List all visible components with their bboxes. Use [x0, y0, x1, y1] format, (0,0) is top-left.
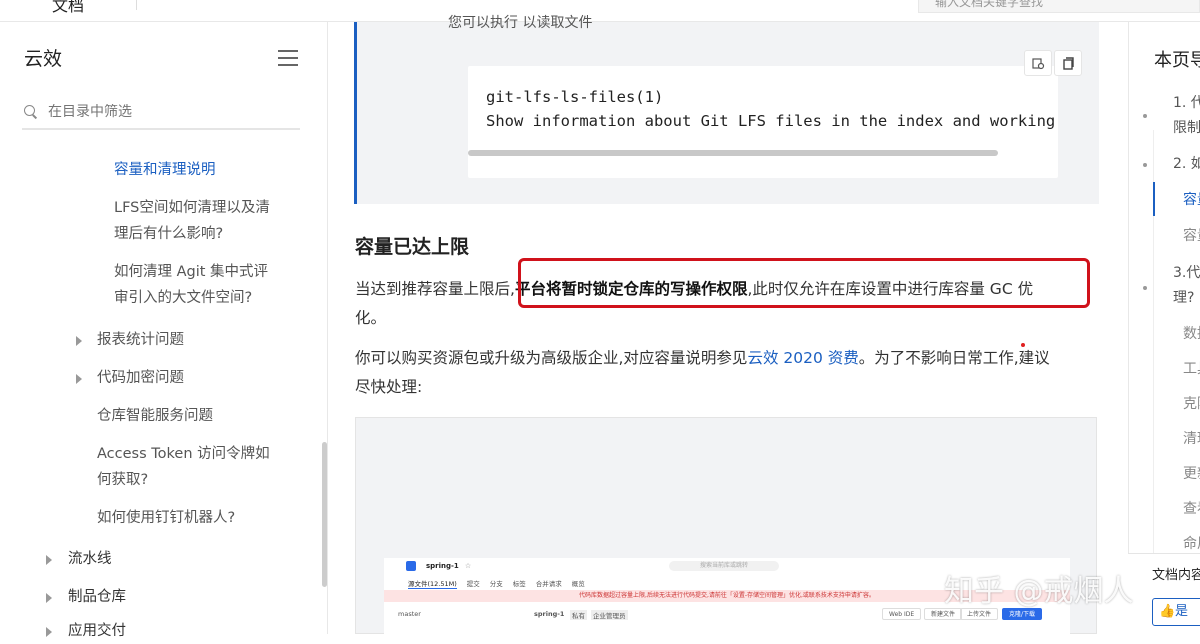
brand-title[interactable]: 文档	[52, 0, 84, 16]
mini-repo-title: spring-1	[534, 610, 565, 618]
toc-item[interactable]: 数据	[1183, 322, 1200, 347]
sidebar-item-lfs-clean-2[interactable]: 理后有什么影响?	[114, 221, 223, 247]
toc-item[interactable]: 1. 代	[1173, 91, 1200, 116]
sidebar-item-capacity[interactable]: 容量和清理说明	[114, 157, 216, 183]
sidebar-item-report[interactable]: 报表统计问题	[97, 327, 184, 353]
sidebar-item-agit-clean[interactable]: 如何清理 Agit 集中式评	[114, 259, 268, 285]
mini-branch: master	[398, 610, 421, 618]
feedback-yes-button[interactable]: 👍 是	[1152, 598, 1200, 626]
p1-text-line2: 化。	[355, 309, 387, 327]
menu-icon[interactable]	[278, 50, 298, 66]
pricing-link[interactable]: 云效 2020 资费	[747, 349, 858, 367]
page-toc: 本页导读 1. 代 限制 2. 如 容量 容量 3.代 理? 数据 工具 克隆 …	[1128, 22, 1200, 634]
p2-text-after: 。为了不影响日常工作,建议	[858, 349, 1050, 367]
section-heading: 容量已达上限	[355, 236, 470, 258]
toc-item[interactable]: 2. 如	[1173, 152, 1200, 177]
app-logo-icon	[406, 561, 416, 571]
p2-text: 你可以购买资源包或升级为高级版企业,对应容量说明参见	[355, 349, 748, 367]
toc-active-indicator	[1153, 182, 1155, 216]
mini-badge-private: 私有	[570, 610, 587, 620]
doc-feedback-panel: 文档内容 👍 是	[1128, 553, 1200, 634]
mini-tab: 源文件(12.51M)	[408, 580, 457, 589]
code-line-2: Show information about Git LFS files in …	[486, 112, 1056, 130]
sidebar-item-access-token-2[interactable]: 何获取?	[97, 467, 148, 493]
caret-right-icon[interactable]	[46, 627, 52, 637]
paragraph-purchase: 你可以购买资源包或升级为高级版企业,对应容量说明参见云效 2020 资费。为了不…	[355, 344, 1095, 402]
toc-item[interactable]: 理?	[1173, 286, 1194, 311]
mini-toolbar: master spring-1 私有 企业管理员 Web IDE 新建文件 上传…	[384, 608, 1070, 622]
quote-bar	[354, 22, 357, 204]
copy-icon[interactable]	[1024, 50, 1052, 76]
toc-item[interactable]: 3.代	[1173, 261, 1200, 286]
mini-tab: 提交	[466, 580, 480, 588]
mini-tabs: 源文件(12.51M) 提交 分支 标签 合并请求 概览	[408, 578, 585, 589]
watermark: 知乎 @戒烟人	[944, 574, 1134, 609]
sidebar-item-dingtalk[interactable]: 如何使用钉钉机器人?	[97, 505, 235, 531]
sidebar-filter	[22, 96, 300, 130]
sidebar-item-encryption[interactable]: 代码加密问题	[97, 365, 184, 391]
caret-right-icon[interactable]	[46, 555, 52, 565]
highlight-annotation	[518, 258, 1090, 308]
feedback-yes-label: 是	[1175, 604, 1189, 619]
code-block: git-lfs-ls-files(1) Show information abo…	[468, 66, 1058, 178]
sidebar-title: 云效	[24, 48, 63, 70]
search-icon	[24, 105, 38, 119]
toc-item[interactable]: 克隆	[1183, 392, 1200, 417]
toc-bullet	[1143, 114, 1147, 118]
mini-search: 搜索当前库或跳转	[669, 561, 779, 571]
code-scrollbar[interactable]	[468, 150, 998, 156]
toc-item-active[interactable]: 容量	[1183, 188, 1200, 213]
sidebar-item-agit-clean-2[interactable]: 审引入的大文件空间?	[114, 285, 252, 311]
mini-tab: 概览	[571, 580, 585, 588]
sidebar: 云效 容量和清理说明 LFS空间如何清理以及清 理后有什么影响? 如何清理 Ag…	[0, 22, 328, 639]
sidebar-item-delivery[interactable]: 应用交付	[68, 618, 126, 644]
toc-bullet	[1143, 286, 1147, 290]
toc-item[interactable]: 限制	[1173, 116, 1200, 141]
mini-tab: 分支	[489, 580, 503, 588]
toc-item[interactable]: 容量	[1183, 224, 1200, 249]
code-line-1: git-lfs-ls-files(1)	[486, 88, 664, 106]
topbar-divider	[136, 0, 137, 10]
thumbs-up-icon: 👍	[1159, 604, 1176, 619]
caret-right-icon[interactable]	[76, 336, 82, 346]
p2-text-line2: 尽快处理:	[355, 378, 423, 396]
toc-item[interactable]: 更新	[1183, 462, 1200, 487]
sidebar-filter-input[interactable]	[48, 104, 288, 120]
mini-webide: Web IDE	[882, 608, 922, 620]
caret-right-icon[interactable]	[76, 374, 82, 384]
mini-tab: 标签	[512, 580, 526, 588]
mini-tab: 合并请求	[535, 580, 562, 588]
toc-bullet	[1143, 163, 1147, 167]
sidebar-item-artifacts[interactable]: 制品仓库	[68, 584, 126, 610]
sidebar-scrollbar[interactable]	[322, 442, 327, 587]
mini-repo-name: spring-1	[426, 562, 459, 570]
sidebar-item-smart-service[interactable]: 仓库智能服务问题	[97, 403, 213, 429]
feedback-label: 文档内容	[1152, 568, 1200, 583]
star-icon: ☆	[464, 562, 472, 570]
toc-item[interactable]: 查看	[1183, 497, 1200, 522]
doc-search-input[interactable]: 输入文档关键字查找	[918, 0, 1200, 13]
mini-badge-admin: 企业管理员	[591, 610, 628, 620]
toc-item[interactable]: 清理	[1183, 427, 1200, 452]
sidebar-item-lfs-clean[interactable]: LFS空间如何清理以及清	[114, 195, 270, 221]
top-bar: 文档 输入文档关键字查找	[0, 0, 1200, 22]
p1-text: 当达到推荐容量上限后,	[355, 280, 515, 298]
sidebar-item-pipeline[interactable]: 流水线	[68, 546, 112, 572]
sidebar-item-access-token[interactable]: Access Token 访问令牌如	[97, 441, 270, 467]
quote-text: 您可以执行 以读取文件	[448, 15, 593, 31]
caret-right-icon[interactable]	[46, 593, 52, 603]
main-content: 您可以执行 以读取文件 git-lfs-ls-files(1) Show inf…	[328, 15, 1128, 635]
toc-item[interactable]: 工具	[1183, 357, 1200, 382]
copy-code-icon[interactable]	[1054, 50, 1082, 76]
toc-title: 本页导读	[1154, 50, 1200, 71]
